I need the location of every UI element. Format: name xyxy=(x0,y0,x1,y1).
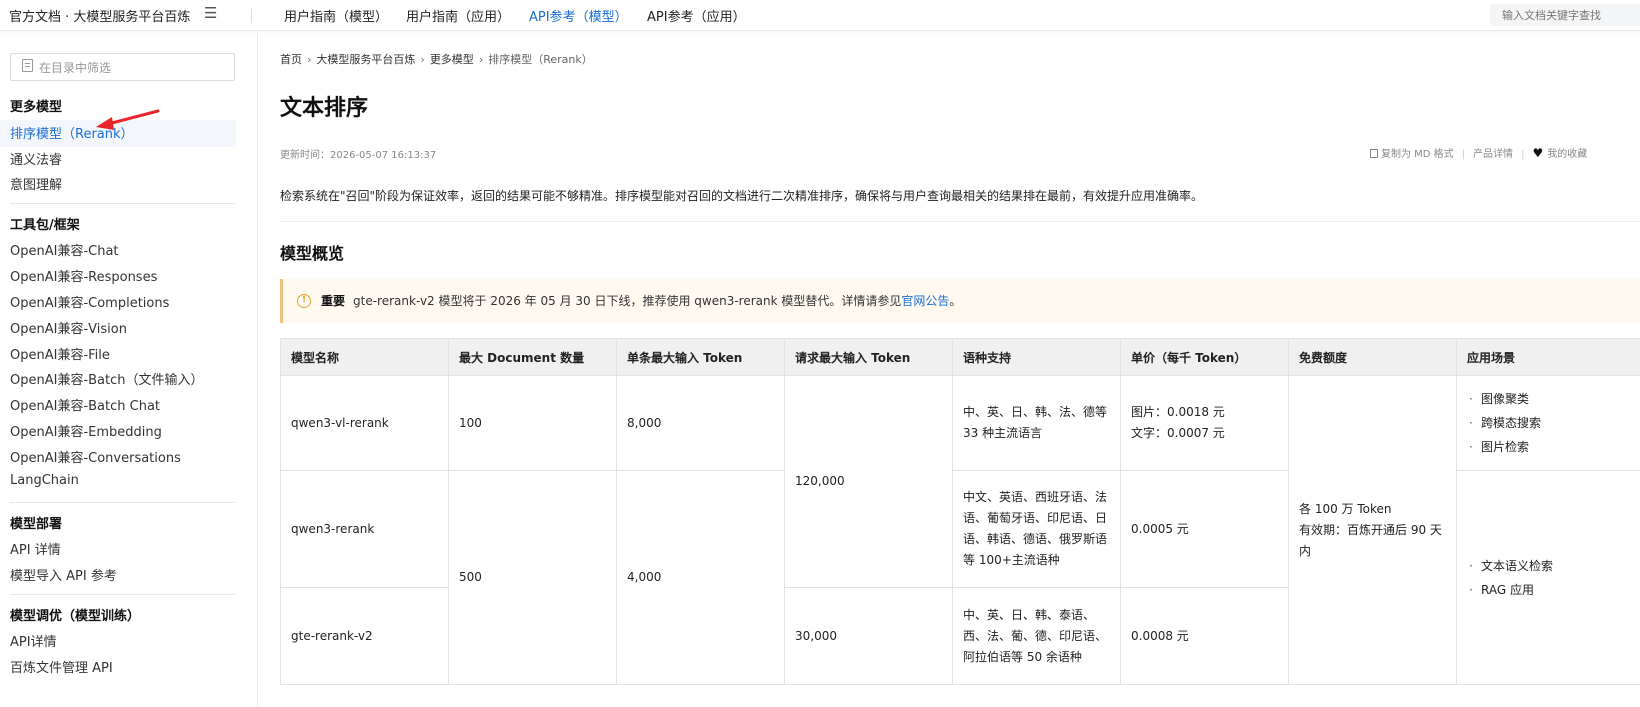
sidebar-group-deployment[interactable]: 模型部署 xyxy=(10,513,62,532)
copy-md-button[interactable]: 复制为 MD 格式 xyxy=(1381,149,1454,160)
sidebar-divider xyxy=(10,594,235,595)
tab-api-reference-app[interactable]: API参考（应用） xyxy=(647,6,746,25)
model-name-cell: qwen3-vl-rerank xyxy=(280,375,449,471)
table-header: 最大 Document 数量 xyxy=(448,338,617,376)
language-cell: 中、英、日、韩、法、德等 33 种主流语言 xyxy=(952,375,1121,471)
tool-divider: | xyxy=(1521,149,1525,160)
free-quota-cell: 各 100 万 Token 有效期：百炼开通后 90 天内 xyxy=(1288,375,1457,685)
single-token-cell: 4,000 xyxy=(616,470,785,685)
table-header: 单条最大输入 Token xyxy=(616,338,785,376)
intro-paragraph: 检索系统在"召回"阶段为保证效率，返回的结果可能不够精准。排序模型能对召回的文档… xyxy=(280,189,1204,203)
price-cell: 0.0005 元 xyxy=(1120,470,1289,588)
sidebar-item-openai-completions[interactable]: OpenAI兼容-Completions xyxy=(10,292,169,311)
scenario-item: 跨模态搜索 xyxy=(1467,411,1630,435)
max-docs-cell: 500 xyxy=(448,470,617,685)
content-divider xyxy=(280,221,1640,222)
updated-time: 更新时间：2026-05-07 16:13:37 xyxy=(280,150,437,161)
breadcrumb-current: 排序模型（Rerank） xyxy=(488,53,593,66)
sidebar-item-langchain[interactable]: LangChain xyxy=(10,473,79,488)
table-row: qwen3-vl-rerank 100 8,000 120,000 中、英、日、… xyxy=(280,375,1640,685)
scenario-cell: 文本语义检索 RAG 应用 xyxy=(1456,470,1640,685)
sidebar-item-openai-batch-chat[interactable]: OpenAI兼容-Batch Chat xyxy=(10,395,160,414)
sidebar-item-file-management-api[interactable]: 百炼文件管理 API xyxy=(10,657,113,676)
sidebar-item-openai-conversations[interactable]: OpenAI兼容-Conversations xyxy=(10,447,181,466)
sidebar-item-openai-file[interactable]: OpenAI兼容-File xyxy=(10,344,110,363)
scenario-item: 图像聚类 xyxy=(1467,387,1630,411)
price-cell: 图片：0.0018 元 文字：0.0007 元 xyxy=(1120,375,1289,471)
request-token-cell: 30,000 xyxy=(784,587,953,685)
model-overview-table: 模型名称 最大 Document 数量 单条最大输入 Token 请求最大输入 … xyxy=(280,338,1640,685)
table-header: 请求最大输入 Token xyxy=(784,338,953,376)
model-name-cell: qwen3-rerank xyxy=(280,470,449,588)
table-header: 语种支持 xyxy=(952,338,1121,376)
favorite-button[interactable]: 我的收藏 xyxy=(1547,149,1587,160)
page-tools: 复制为 MD 格式 | 产品详情 | ♥ 我的收藏 xyxy=(1370,145,1587,160)
tab-user-guide-model[interactable]: 用户指南（模型） xyxy=(284,6,388,25)
sidebar-item-tuning-api-details[interactable]: API详情 xyxy=(10,631,57,650)
breadcrumb-more-models[interactable]: 更多模型 xyxy=(430,53,474,66)
copy-icon[interactable] xyxy=(1370,149,1378,158)
annotation-arrow-icon xyxy=(96,109,160,130)
table-header: 免费额度 xyxy=(1288,338,1457,376)
sidebar-divider xyxy=(10,203,235,204)
chevron-right-icon: › xyxy=(478,53,484,66)
price-cell: 0.0008 元 xyxy=(1120,587,1289,685)
price-line: 文字：0.0007 元 xyxy=(1131,426,1225,440)
sidebar-group-toolkit[interactable]: 工具包/框架 xyxy=(10,214,80,233)
sidebar-item-intent[interactable]: 意图理解 xyxy=(10,174,62,193)
notice-text: 重要 gte-rerank-v2 模型将于 2026 年 05 月 30 日下线，… xyxy=(321,292,961,309)
section-title: 模型概览 xyxy=(280,244,345,263)
tool-divider: | xyxy=(1461,149,1466,160)
tab-api-reference-model[interactable]: API参考（模型） xyxy=(529,6,628,25)
official-announcement-link[interactable]: 官网公告 xyxy=(901,294,949,308)
heart-icon[interactable]: ♥ xyxy=(1532,146,1543,160)
table-header: 单价（每千 Token） xyxy=(1120,338,1289,376)
table-header-row: 模型名称 最大 Document 数量 单条最大输入 Token 请求最大输入 … xyxy=(280,338,1640,376)
model-name-cell: gte-rerank-v2 xyxy=(280,587,449,685)
single-token-cell: 8,000 xyxy=(616,375,785,471)
sidebar-divider xyxy=(10,502,235,503)
language-cell: 中、英、日、韩、泰语、西、法、葡、德、印尼语、阿拉伯语等 50 余语种 xyxy=(952,587,1121,685)
page-title: 文本排序 xyxy=(280,96,369,121)
sidebar-item-openai-batch-file[interactable]: OpenAI兼容-Batch（文件输入） xyxy=(10,369,204,388)
sidebar-item-openai-embedding[interactable]: OpenAI兼容-Embedding xyxy=(10,421,162,440)
scenario-cell: 图像聚类 跨模态搜索 图片检索 xyxy=(1456,375,1640,471)
sidebar-item-openai-responses[interactable]: OpenAI兼容-Responses xyxy=(10,266,157,285)
breadcrumb-platform[interactable]: 大模型服务平台百炼 xyxy=(316,53,415,66)
doc-search-input[interactable] xyxy=(1490,4,1640,26)
price-line: 图片：0.0018 元 xyxy=(1131,405,1225,419)
language-cell: 中文、英语、西班牙语、法语、葡萄牙语、印尼语、日语、韩语、德语、俄罗斯语等 10… xyxy=(952,470,1121,588)
important-notice: ! 重要 gte-rerank-v2 模型将于 2026 年 05 月 30 日下… xyxy=(280,279,1640,323)
chevron-right-icon: › xyxy=(307,53,312,66)
sidebar-item-openai-chat[interactable]: OpenAI兼容-Chat xyxy=(10,240,119,259)
sidebar-item-api-details[interactable]: API 详情 xyxy=(10,539,61,558)
notice-label: 重要 xyxy=(321,294,346,308)
table-header: 应用场景 xyxy=(1456,338,1640,376)
table-header: 模型名称 xyxy=(280,338,449,376)
tab-user-guide-app[interactable]: 用户指南（应用） xyxy=(406,6,510,25)
notice-body: gte-rerank-v2 模型将于 2026 年 05 月 30 日下线，推荐… xyxy=(353,294,902,308)
notice-end: 。 xyxy=(949,294,962,308)
sidebar-item-openai-vision[interactable]: OpenAI兼容-Vision xyxy=(10,318,127,337)
scenario-item: RAG 应用 xyxy=(1467,578,1630,602)
request-token-cell: 120,000 xyxy=(784,375,953,588)
breadcrumb-home[interactable]: 首页 xyxy=(280,53,302,66)
product-details-link[interactable]: 产品详情 xyxy=(1473,149,1513,160)
warning-icon: ! xyxy=(297,294,311,308)
chevron-right-icon: › xyxy=(420,53,425,66)
sidebar-group-tuning[interactable]: 模型调优（模型训练） xyxy=(10,605,140,624)
free-quota-line: 各 100 万 Token xyxy=(1299,501,1392,516)
free-quota-line: 有效期：百炼开通后 90 天内 xyxy=(1299,522,1442,558)
max-docs-cell: 100 xyxy=(448,375,617,471)
sidebar-item-model-import-api[interactable]: 模型导入 API 参考 xyxy=(10,565,117,584)
breadcrumb: 首页 › 大模型服务平台百炼 › 更多模型 › 排序模型（Rerank） xyxy=(280,51,593,67)
scenario-item: 文本语义检索 xyxy=(1467,554,1630,578)
scenario-item: 图片检索 xyxy=(1467,435,1630,459)
